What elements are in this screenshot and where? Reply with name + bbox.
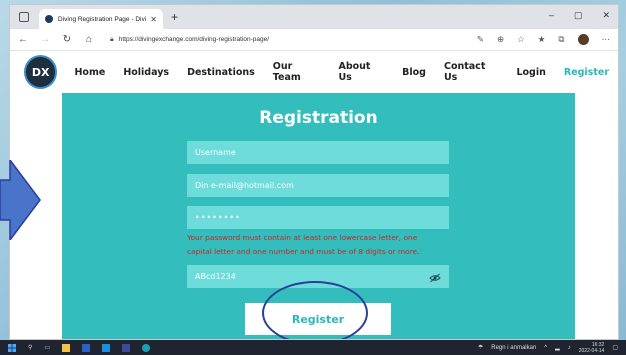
error-line-2: capital letter and one number and must b…: [187, 247, 420, 256]
menu-blog[interactable]: Blog: [402, 67, 426, 78]
search-icon[interactable]: ⚲: [28, 344, 32, 351]
hide-password-icon[interactable]: [429, 273, 441, 282]
tray-chevron-icon[interactable]: ^: [544, 345, 547, 351]
menu-about-us[interactable]: About Us: [338, 61, 384, 83]
confirm-password-value: ABcd1234: [195, 272, 236, 281]
lock-icon: 🔒︎: [110, 35, 114, 43]
tab-bar: Diving Registration Page - Divin ✕ + – ▢…: [10, 5, 618, 29]
page-content: Registration Username Din e-mail@hotmail…: [10, 93, 618, 339]
site-header: DX Home Holidays Destinations Our Team A…: [10, 51, 618, 93]
clock[interactable]: 16:32 2022-04-14: [579, 342, 605, 354]
error-line-1: Your password must contain at least one …: [187, 233, 418, 242]
read-aloud-icon[interactable]: ✎: [477, 34, 484, 45]
word-icon[interactable]: [82, 343, 91, 352]
new-tab-icon[interactable]: +: [171, 10, 178, 24]
password-error-message: Your password must contain at least one …: [187, 231, 457, 259]
favorite-icon[interactable]: ☆: [517, 34, 525, 45]
email-input[interactable]: Din e-mail@hotmail.com: [187, 174, 449, 197]
taskbar-icons: ⚲ ▭: [8, 343, 151, 352]
system-tray: ☂ Regn i anmalkan ^ ▂ ♪ 16:32 2022-04-14…: [478, 342, 618, 354]
more-icon[interactable]: ⋯: [602, 34, 611, 45]
favicon-icon: [45, 15, 53, 23]
menu-destinations[interactable]: Destinations: [187, 67, 255, 78]
home-icon[interactable]: ⌂: [84, 34, 94, 45]
annotation-arrow-icon: [0, 160, 41, 240]
window-controls: – ▢ ✕: [549, 10, 610, 21]
taskbar: ⚲ ▭ ☂ Regn i anmalkan ^ ▂ ♪ 16:32 2022-0…: [0, 340, 626, 355]
menu-register[interactable]: Register: [564, 67, 609, 78]
close-tab-icon[interactable]: ✕: [150, 15, 157, 24]
minimize-icon[interactable]: –: [549, 10, 554, 21]
weather-text: Regn i anmalkan: [491, 344, 537, 351]
favorites-icon[interactable]: ★: [538, 34, 546, 45]
collections-icon[interactable]: ⧉: [558, 34, 564, 45]
browser-tools: ✎ ⊕ ☆ ★ ⧉ ⋯: [477, 34, 610, 45]
url-field[interactable]: 🔒︎ https://divingexchange.com/diving-reg…: [106, 32, 465, 48]
clock-date: 2022-04-14: [578, 347, 605, 354]
profile-avatar[interactable]: [577, 34, 589, 45]
registration-title: Registration: [259, 108, 378, 128]
teams-icon[interactable]: [122, 343, 131, 352]
menu-our-team[interactable]: Our Team: [273, 61, 321, 83]
menu-holidays[interactable]: Holidays: [123, 67, 169, 78]
registration-panel: Registration Username Din e-mail@hotmail…: [62, 93, 575, 339]
url-text: https://divingexchange.com/diving-regist…: [118, 36, 270, 43]
menu-login[interactable]: Login: [516, 67, 545, 78]
notifications-icon[interactable]: ▢: [612, 344, 618, 351]
forward-icon[interactable]: →: [40, 34, 50, 45]
browser-window: Diving Registration Page - Divin ✕ + – ▢…: [9, 4, 619, 340]
logo-text: DX: [31, 65, 50, 79]
close-window-icon[interactable]: ✕: [602, 10, 610, 21]
browser-tab[interactable]: Diving Registration Page - Divin ✕: [39, 9, 163, 29]
refresh-icon[interactable]: ↻: [62, 34, 72, 45]
menu-contact-us[interactable]: Contact Us: [444, 61, 498, 83]
file-explorer-icon[interactable]: [62, 343, 71, 352]
site-logo[interactable]: DX: [24, 55, 58, 89]
username-input[interactable]: Username: [187, 141, 449, 164]
tab-title: Diving Registration Page - Divin: [58, 15, 147, 23]
volume-icon[interactable]: ♪: [568, 345, 571, 351]
weather-icon: ☂: [477, 345, 484, 351]
windows-start-icon[interactable]: [8, 343, 16, 352]
back-icon[interactable]: ←: [18, 34, 28, 45]
maximize-icon[interactable]: ▢: [574, 10, 583, 21]
edge-icon[interactable]: [142, 343, 151, 352]
network-icon[interactable]: ▂: [555, 344, 560, 351]
mail-icon[interactable]: [102, 343, 111, 352]
address-bar: ← → ↻ ⌂ 🔒︎ https://divingexchange.com/di…: [10, 29, 618, 51]
tab-actions-icon[interactable]: [19, 12, 29, 22]
menu-home[interactable]: Home: [74, 67, 105, 78]
zoom-icon[interactable]: ⊕: [497, 34, 504, 45]
main-menu: Home Holidays Destinations Our Team Abou…: [65, 61, 618, 83]
task-view-icon[interactable]: ▭: [44, 344, 50, 351]
password-input[interactable]: ••••••••: [187, 206, 449, 229]
annotation-circle: [262, 281, 368, 339]
